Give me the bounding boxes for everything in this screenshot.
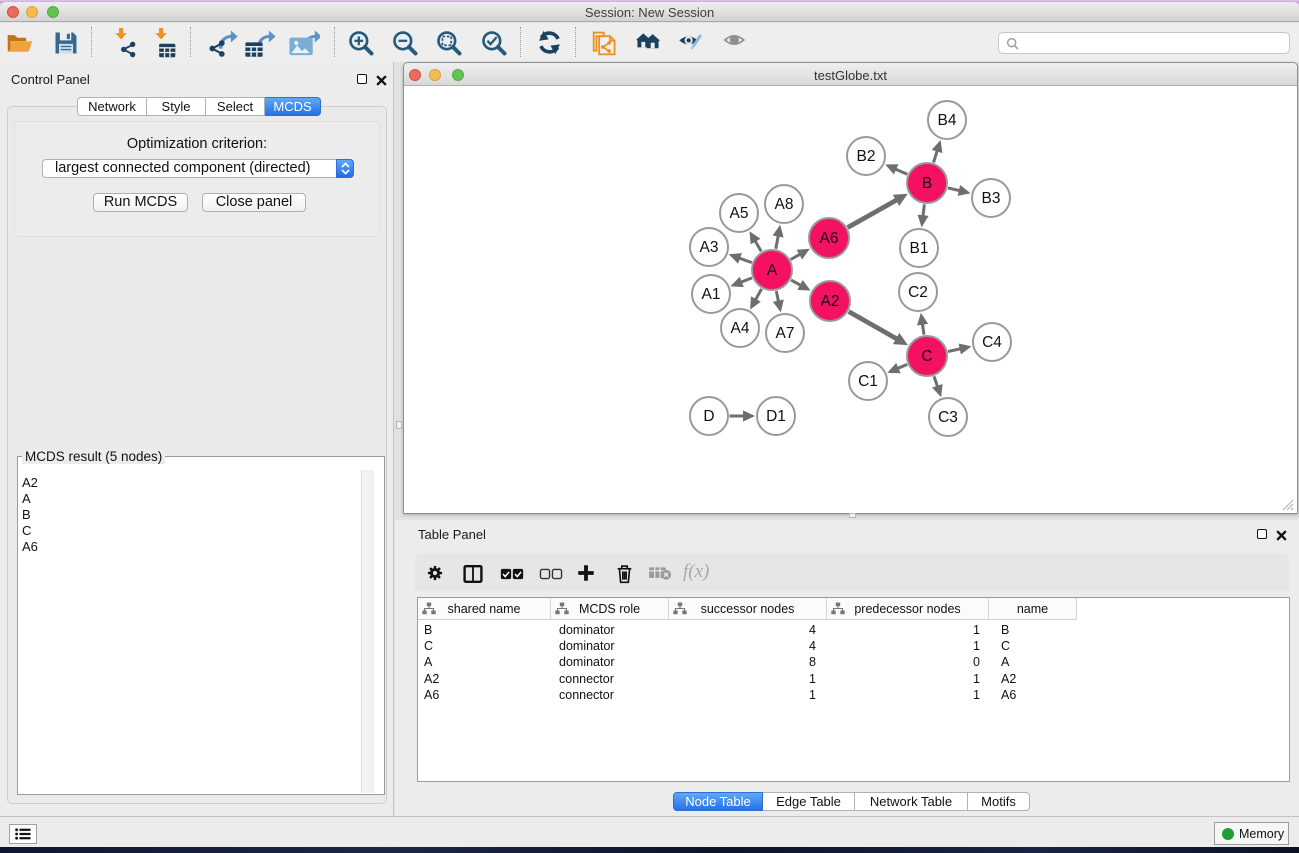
svg-text:D1: D1 [766, 408, 786, 425]
svg-text:B: B [922, 175, 932, 192]
svg-text:B1: B1 [910, 240, 929, 257]
svg-text:C1: C1 [858, 373, 878, 390]
svg-text:C3: C3 [938, 409, 958, 426]
svg-text:C: C [921, 348, 932, 365]
svg-text:A8: A8 [775, 196, 794, 213]
svg-text:D: D [703, 408, 714, 425]
svg-text:A4: A4 [731, 320, 750, 337]
svg-text:B4: B4 [938, 112, 957, 129]
svg-text:A7: A7 [776, 325, 795, 342]
svg-text:A2: A2 [821, 293, 840, 310]
svg-text:B2: B2 [857, 148, 876, 165]
svg-text:A3: A3 [700, 239, 719, 256]
svg-text:B3: B3 [982, 190, 1001, 207]
svg-text:C2: C2 [908, 284, 928, 301]
svg-text:A6: A6 [820, 230, 839, 247]
svg-text:A5: A5 [730, 205, 749, 222]
svg-text:A1: A1 [702, 286, 721, 303]
svg-text:C4: C4 [982, 334, 1002, 351]
svg-text:A: A [767, 262, 778, 279]
